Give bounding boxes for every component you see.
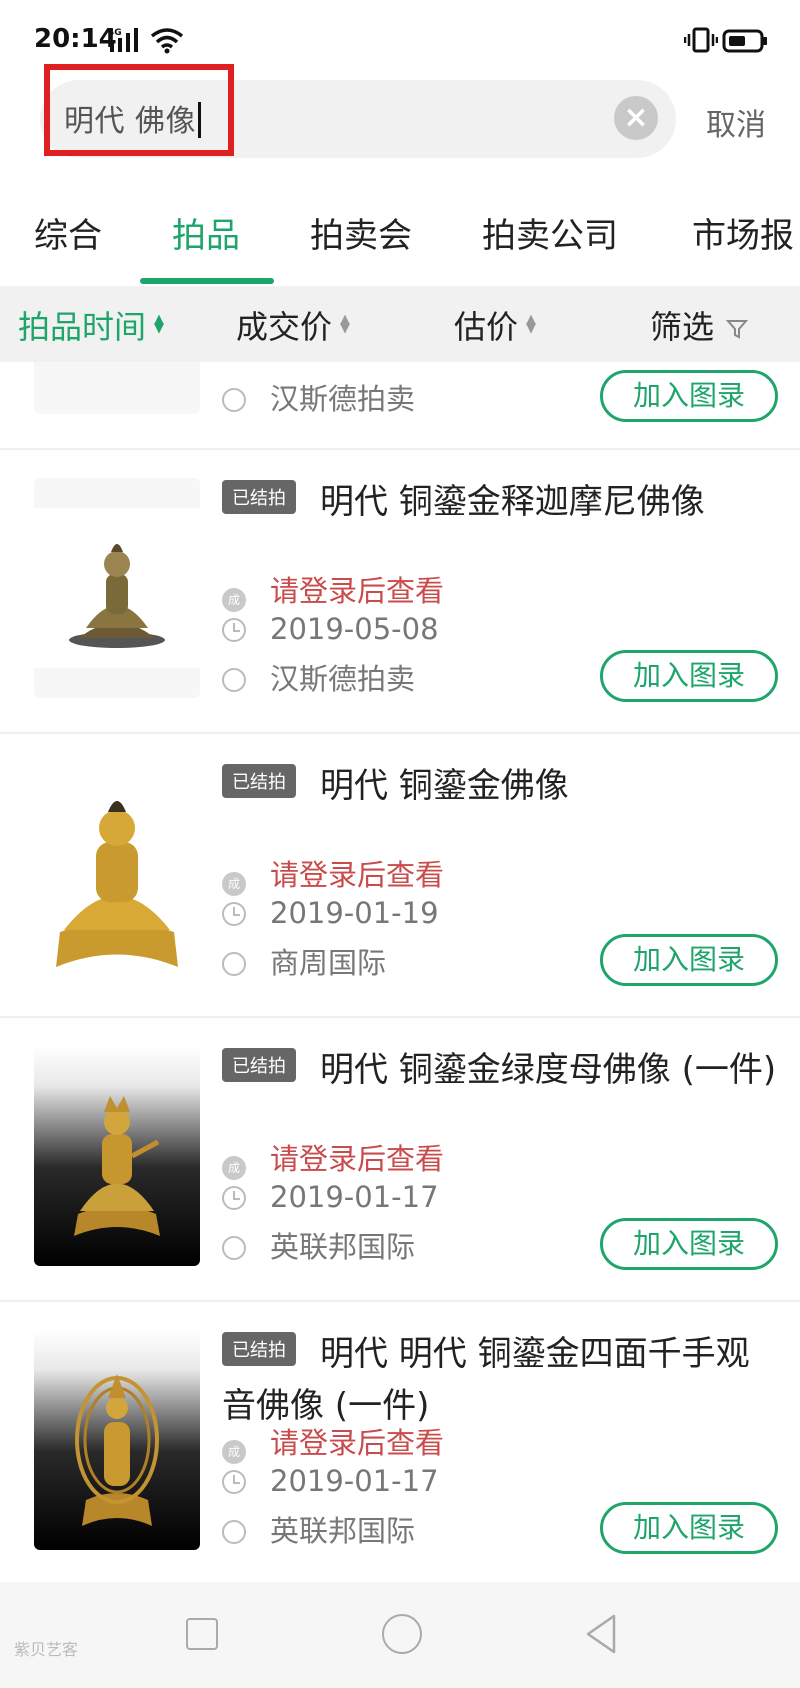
sort-arrows-icon: ▲ ▼: [154, 312, 165, 336]
item-date: 2019-05-08: [270, 362, 439, 366]
item-date-row: 2019-01-19: [222, 896, 439, 930]
item-price[interactable]: 请登录后查看: [270, 1142, 444, 1176]
sort-arrows-icon: ▲ ▼: [340, 312, 351, 336]
sort-arrows-icon: ▲ ▼: [526, 312, 537, 336]
clock-icon: [222, 902, 246, 926]
highlight-annotation: [44, 64, 234, 156]
item-auction-house: 汉斯德拍卖: [270, 382, 416, 416]
item-thumbnail: [34, 478, 200, 698]
add-to-catalog-button[interactable]: 加入图录: [600, 1502, 778, 1554]
item-auction-house: 英联邦国际: [270, 1514, 416, 1548]
item-date-row: 2019-05-08: [222, 612, 439, 646]
filter-label: 筛选: [650, 308, 715, 346]
item-date-row: 2019-01-17: [222, 1464, 439, 1498]
item-thumbnail: [34, 362, 200, 414]
item-auction-house: 商周国际: [270, 946, 387, 980]
battery-icon: [722, 29, 767, 53]
list-item[interactable]: 已结拍 明代 明代 铜鎏金四面千手观音佛像 (一件) 成请登录后查看 2019-…: [0, 1302, 800, 1582]
location-icon: [222, 1520, 246, 1544]
add-to-catalog-button[interactable]: 加入图录: [600, 1218, 778, 1270]
list-item[interactable]: 已结拍 明代 铜鎏金绿度母佛像 (一件) 成请登录后查看 2019-01-17 …: [0, 1018, 800, 1302]
sort-by-price[interactable]: 成交价 ▲ ▼: [236, 302, 350, 348]
network-type: 4G: [108, 28, 122, 38]
buddha-statue-image: [34, 508, 200, 668]
cancel-button[interactable]: 取消: [706, 100, 766, 144]
item-price[interactable]: 请登录后查看: [270, 858, 444, 892]
item-auction-house: 汉斯德拍卖: [270, 662, 416, 696]
guanyin-statue-image: [75, 1374, 159, 1526]
tab-auction-houses[interactable]: 拍卖公司: [482, 208, 618, 257]
clock-icon: [222, 1186, 246, 1210]
item-date: 2019-01-17: [270, 1464, 439, 1498]
item-house-row: 商周国际: [222, 940, 386, 982]
item-house-row: 汉斯德拍卖: [222, 656, 415, 698]
home-icon[interactable]: [382, 1614, 422, 1654]
tara-statue-image: [74, 1096, 160, 1236]
add-to-catalog-button[interactable]: 加入图录: [600, 370, 778, 422]
system-nav-bar: 紫贝艺客: [0, 1582, 800, 1688]
item-price-row: 成请登录后查看: [222, 568, 444, 612]
item-date-row: 2019-01-17: [222, 1180, 439, 1214]
location-icon: [222, 668, 246, 692]
back-icon[interactable]: [584, 1614, 618, 1654]
tab-auctions[interactable]: 拍卖会: [310, 208, 412, 257]
item-price-row: 成请登录后查看: [222, 1420, 444, 1464]
add-to-catalog-button[interactable]: 加入图录: [600, 650, 778, 702]
list-item[interactable]: 2019-05-08 汉斯德拍卖 加入图录: [0, 362, 800, 450]
item-price-row: 成请登录后查看: [222, 1136, 444, 1180]
price-icon: 成: [222, 1156, 246, 1180]
item-title[interactable]: 明代 铜鎏金释迦摩尼佛像: [222, 476, 782, 528]
item-house-row: 英联邦国际: [222, 1224, 415, 1266]
item-price-row: 成请登录后查看: [222, 852, 444, 896]
price-icon: 成: [222, 872, 246, 896]
watermark: 紫贝艺客: [14, 1640, 79, 1659]
item-date: 2019-01-17: [270, 1180, 439, 1214]
item-thumbnail: [34, 1330, 200, 1550]
item-date: 2019-01-19: [270, 896, 439, 930]
tab-market-report[interactable]: 市场报: [692, 208, 794, 257]
clock-icon: [222, 618, 246, 642]
location-icon: [222, 952, 246, 976]
item-house-row: 英联邦国际: [222, 1508, 415, 1550]
item-title[interactable]: 明代 明代 铜鎏金四面千手观音佛像 (一件): [222, 1328, 782, 1432]
add-to-catalog-button[interactable]: 加入图录: [600, 934, 778, 986]
list-item[interactable]: 已结拍 明代 铜鎏金释迦摩尼佛像 成请登录后查看 2019-05-08 汉斯德拍…: [0, 450, 800, 734]
location-icon: [222, 1236, 246, 1260]
clear-icon[interactable]: ×: [614, 96, 658, 140]
item-price[interactable]: 请登录后查看: [270, 574, 444, 608]
buddha-statue-image: [34, 762, 200, 982]
wifi-icon: [150, 28, 184, 54]
location-icon: [222, 388, 246, 412]
clock-icon: [222, 1470, 246, 1494]
list-item[interactable]: 已结拍 明代 铜鎏金佛像 成请登录后查看 2019-01-19 商周国际 加入图…: [0, 734, 800, 1018]
item-thumbnail: [34, 1046, 200, 1266]
sort-by-estimate-label: 估价: [454, 308, 519, 346]
item-date: 2019-05-08: [270, 612, 439, 646]
active-tab-indicator: [140, 278, 274, 284]
sort-by-time[interactable]: 拍品时间 ▲ ▼: [18, 302, 164, 348]
recent-apps-icon[interactable]: [186, 1618, 218, 1650]
results-list: 2019-05-08 汉斯德拍卖 加入图录 已结拍 明代 铜鎏金释迦摩尼佛像 成…: [0, 362, 800, 1582]
category-tabs: 综合 拍品 拍卖会 拍卖公司 市场报: [0, 190, 800, 286]
item-auction-house: 英联邦国际: [270, 1230, 416, 1264]
sort-by-price-label: 成交价: [236, 308, 333, 346]
item-title[interactable]: 明代 铜鎏金绿度母佛像 (一件): [222, 1044, 782, 1096]
item-price[interactable]: 请登录后查看: [270, 1426, 444, 1460]
sort-bar: 拍品时间 ▲ ▼ 成交价 ▲ ▼ 估价 ▲ ▼ 筛选: [0, 286, 800, 362]
item-thumbnail: [34, 762, 200, 982]
price-icon: 成: [222, 1440, 246, 1464]
status-time: 20:14: [34, 24, 117, 54]
tab-comprehensive[interactable]: 综合: [34, 208, 102, 257]
item-date-row: 2019-05-08: [222, 362, 439, 366]
price-icon: 成: [222, 588, 246, 612]
vibrate-icon: [684, 27, 718, 53]
item-title[interactable]: 明代 铜鎏金佛像: [222, 760, 782, 812]
item-house-row: 汉斯德拍卖: [222, 376, 415, 418]
signal-icon: 4G: [108, 28, 138, 52]
filter-icon: [726, 320, 749, 339]
sort-by-time-label: 拍品时间: [18, 308, 147, 346]
sort-by-estimate[interactable]: 估价 ▲ ▼: [454, 302, 536, 348]
tab-lots[interactable]: 拍品: [172, 208, 240, 257]
filter-button[interactable]: 筛选: [650, 302, 749, 348]
